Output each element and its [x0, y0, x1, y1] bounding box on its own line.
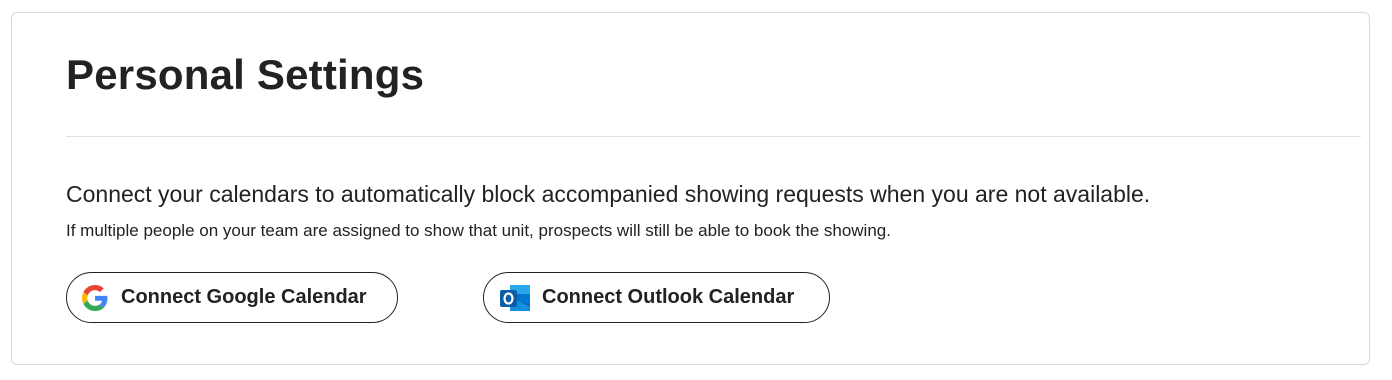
connect-outlook-calendar-button[interactable]: Connect Outlook Calendar	[483, 272, 830, 323]
divider	[66, 136, 1361, 137]
google-button-label: Connect Google Calendar	[121, 286, 367, 308]
calendar-description: Connect your calendars to automatically …	[66, 181, 1151, 207]
personal-settings-card: Personal Settings Connect your calendars…	[11, 12, 1370, 365]
team-booking-note: If multiple people on your team are assi…	[66, 221, 891, 240]
outlook-icon	[498, 281, 532, 315]
outlook-button-label: Connect Outlook Calendar	[542, 286, 795, 308]
connect-google-calendar-button[interactable]: Connect Google Calendar	[66, 272, 398, 323]
google-icon	[81, 284, 109, 312]
page-title: Personal Settings	[66, 51, 425, 98]
